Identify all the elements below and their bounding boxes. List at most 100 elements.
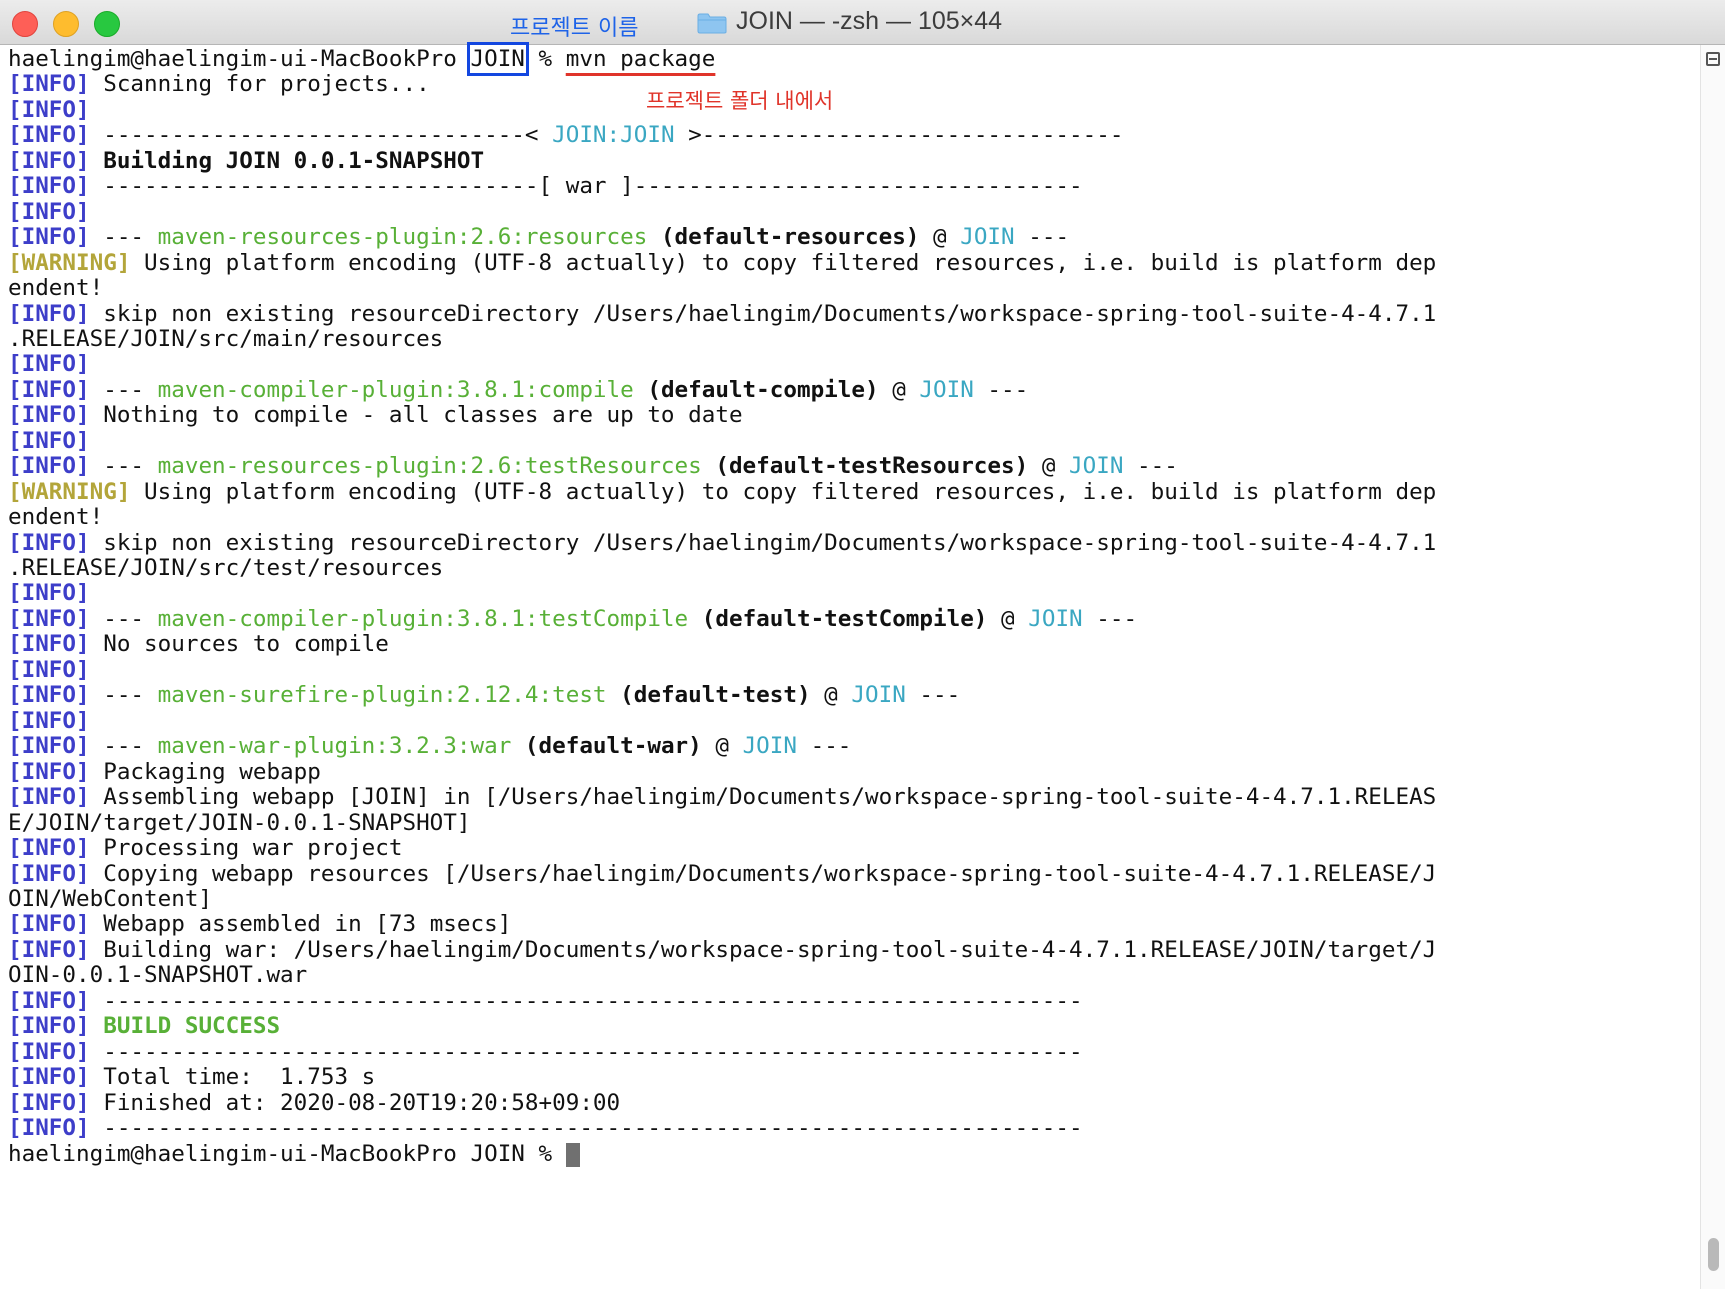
log-text: Packaging webapp: [89, 759, 321, 785]
info-tag: [INFO]: [8, 708, 90, 734]
log-text: ---: [89, 453, 158, 479]
output-line: [INFO] Processing war project: [8, 834, 403, 862]
execution-id: (default-test): [606, 682, 811, 708]
project-name: JOIN: [1069, 453, 1124, 479]
log-text: Using platform encoding (UTF-8 actually)…: [130, 250, 1437, 276]
output-line: [INFO] ---------------------------------…: [8, 1038, 1083, 1066]
execution-id: (default-compile): [633, 377, 879, 403]
log-text: ---: [973, 377, 1029, 403]
output-line: .RELEASE/JOIN/src/main/resources: [8, 325, 443, 353]
log-text: skip non existing resourceDirectory /Use…: [89, 301, 1437, 327]
project-id: JOIN:JOIN: [552, 122, 675, 148]
log-text: @: [810, 682, 852, 708]
title-bar[interactable]: 프로젝트 이름 JOIN — -zsh — 105×44: [0, 0, 1725, 45]
minimize-window-button[interactable]: [53, 11, 79, 37]
close-window-button[interactable]: [12, 11, 38, 37]
log-text: ---: [89, 224, 158, 250]
info-tag: [INFO]: [8, 631, 90, 657]
output-line: [INFO] Webapp assembled in [73 msecs]: [8, 910, 511, 938]
log-text: >-------------------------------: [674, 122, 1124, 148]
output-line: [INFO] BUILD SUCCESS: [8, 1012, 280, 1040]
log-text: ----------------------------------------…: [89, 988, 1083, 1014]
log-text: No sources to compile: [89, 631, 389, 657]
log-text: @: [919, 224, 961, 250]
plugin-name: maven-resources-plugin:2.6:resources: [157, 224, 648, 250]
warning-tag: [WARNING]: [8, 250, 131, 276]
log-text: Webapp assembled in [73 msecs]: [89, 911, 512, 937]
output-line: [INFO] ---------------------------------…: [8, 1114, 1083, 1142]
log-text: @: [701, 733, 743, 759]
output-line: [INFO]: [8, 656, 90, 684]
output-line: [INFO]: [8, 350, 90, 378]
output-line: [INFO] Total time: 1.753 s: [8, 1063, 375, 1091]
log-text: --------------------------------[ war ]-…: [89, 173, 1083, 199]
log-text: Nothing to compile - all classes are up …: [89, 402, 743, 428]
info-tag: [INFO]: [8, 122, 90, 148]
info-tag: [INFO]: [8, 301, 90, 327]
execution-id: (default-war): [511, 733, 702, 759]
terminal-window: 프로젝트 이름 JOIN — -zsh — 105×44 haelingim@h…: [0, 0, 1725, 1289]
execution-id: (default-testCompile): [688, 606, 988, 632]
log-text: .RELEASE/JOIN/src/test/resources: [8, 555, 444, 581]
info-tag: [INFO]: [8, 1115, 90, 1141]
scroll-thumb[interactable]: [1708, 1238, 1719, 1271]
output-line: [INFO] Building war: /Users/haelingim/Do…: [8, 936, 1436, 964]
annotation-in-project-folder: 프로젝트 폴더 내에서: [646, 89, 834, 113]
log-text: Building JOIN 0.0.1-SNAPSHOT: [89, 148, 485, 174]
output-line: [INFO] --------------------------------[…: [8, 172, 1083, 200]
log-text: ---: [89, 377, 158, 403]
info-tag: [INFO]: [8, 733, 90, 759]
terminal-output[interactable]: haelingim@haelingim-ui-MacBookPro JOIN %…: [0, 42, 1700, 1289]
log-text: ---: [89, 682, 158, 708]
info-tag: [INFO]: [8, 1090, 90, 1116]
log-text: .RELEASE/JOIN/src/main/resources: [8, 326, 444, 352]
info-tag: [INFO]: [8, 453, 90, 479]
execution-id: (default-testResources): [701, 453, 1029, 479]
command-text: mvn package: [565, 46, 716, 72]
project-name: JOIN: [960, 224, 1015, 250]
log-text: Processing war project: [89, 835, 403, 861]
plugin-name: maven-resources-plugin:2.6:testResources: [157, 453, 702, 479]
prompt-project-dir: JOIN: [466, 42, 529, 76]
output-line: [INFO] Packaging webapp: [8, 758, 321, 786]
output-line: [INFO] --- maven-surefire-plugin:2.12.4:…: [8, 681, 960, 709]
info-tag: [INFO]: [8, 224, 90, 250]
info-tag: [INFO]: [8, 1064, 90, 1090]
log-text: @: [987, 606, 1029, 632]
build-success-status: BUILD SUCCESS: [103, 1013, 281, 1039]
output-line: [INFO] skip non existing resourceDirecto…: [8, 300, 1436, 328]
info-tag: [INFO]: [8, 1013, 90, 1039]
split-pane-icon[interactable]: [1706, 52, 1720, 66]
log-text: E/JOIN/target/JOIN-0.0.1-SNAPSHOT]: [8, 810, 471, 836]
zoom-window-button[interactable]: [94, 11, 120, 37]
output-line: [INFO] --- maven-compiler-plugin:3.8.1:t…: [8, 605, 1137, 633]
log-text: Copying webapp resources [/Users/haeling…: [89, 861, 1437, 887]
output-line: .RELEASE/JOIN/src/test/resources: [8, 554, 443, 582]
log-text: ----------------------------------------…: [89, 1115, 1083, 1141]
output-line: [INFO] -------------------------------< …: [8, 121, 1123, 149]
info-tag: [INFO]: [8, 580, 90, 606]
folder-icon: [697, 13, 727, 34]
log-text: Using platform encoding (UTF-8 actually)…: [130, 479, 1437, 505]
prompt-line: haelingim@haelingim-ui-MacBookPro JOIN %…: [8, 42, 716, 76]
info-tag: [INFO]: [8, 784, 90, 810]
info-tag: [INFO]: [8, 351, 90, 377]
log-text: OIN-0.0.1-SNAPSHOT.war: [8, 962, 308, 988]
info-tag: [INFO]: [8, 71, 90, 97]
output-line: E/JOIN/target/JOIN-0.0.1-SNAPSHOT]: [8, 809, 471, 837]
log-text: endent!: [8, 275, 104, 301]
output-line: [INFO]: [8, 427, 90, 455]
log-text: -------------------------------<: [89, 122, 553, 148]
vertical-scrollbar[interactable]: [1700, 45, 1725, 1289]
log-text: endent!: [8, 504, 104, 530]
info-tag: [INFO]: [8, 911, 90, 937]
prompt-user: haelingim@haelingim-ui-MacBookPro: [8, 46, 471, 72]
output-line: [INFO]: [8, 579, 90, 607]
output-line: [INFO]: [8, 707, 90, 735]
plugin-name: maven-war-plugin:3.2.3:war: [157, 733, 512, 759]
info-tag: [INFO]: [8, 173, 90, 199]
final-prompt-line[interactable]: haelingim@haelingim-ui-MacBookPro JOIN %: [8, 1140, 580, 1168]
window-title: JOIN — -zsh — 105×44: [736, 7, 1003, 35]
log-text: Building war: /Users/haelingim/Documents…: [89, 937, 1437, 963]
warning-tag: [WARNING]: [8, 479, 131, 505]
